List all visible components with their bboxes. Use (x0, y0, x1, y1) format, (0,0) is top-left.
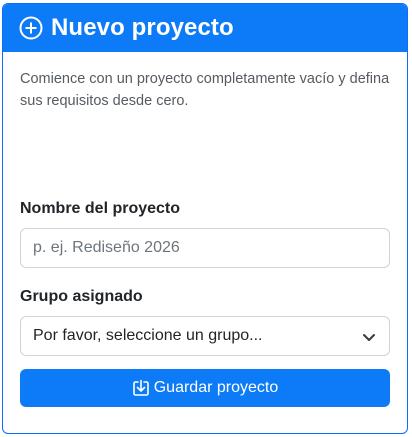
new-project-card: Nuevo proyecto Comience con un proyecto … (2, 3, 408, 434)
download-arrow-icon (132, 379, 150, 397)
card-body: Comience con un proyecto completamente v… (3, 52, 407, 407)
card-description: Comience con un proyecto completamente v… (20, 71, 390, 109)
assigned-group-label: Grupo asignado (20, 288, 143, 305)
card-header: Nuevo proyecto (3, 4, 407, 52)
card-title: Nuevo proyecto (51, 14, 234, 41)
save-project-button[interactable]: Guardar proyecto (20, 369, 390, 407)
chevron-down-icon (361, 329, 377, 345)
save-project-label: Guardar proyecto (153, 379, 279, 396)
project-name-input[interactable] (20, 228, 390, 268)
assigned-group-select[interactable]: Por favor, seleccione un grupo... (20, 316, 390, 356)
project-name-label: Nombre del proyecto (20, 200, 181, 217)
plus-circle-icon (19, 16, 43, 40)
assigned-group-selected-value: Por favor, seleccione un grupo... (33, 327, 263, 344)
